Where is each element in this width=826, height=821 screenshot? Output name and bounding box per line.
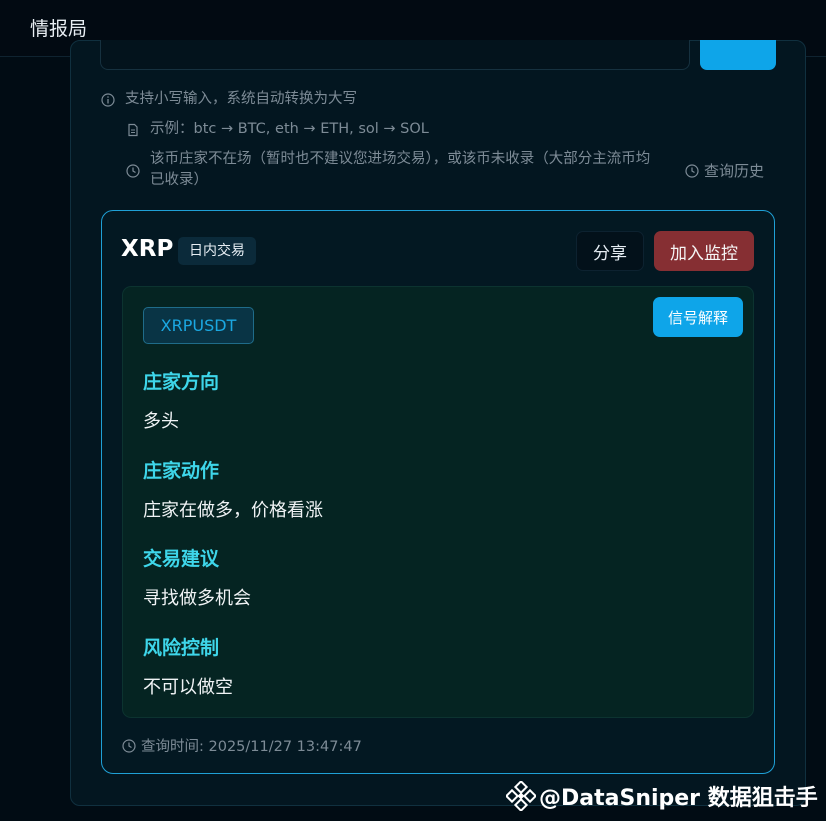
section-title-risk: 风险控制 [143, 637, 220, 659]
hint-absent-line1: 该币庄家不在场（暂时也不建议您进场交易），或该币未收录（大部分主流币均 [150, 151, 651, 167]
coin-symbol: XRP [121, 236, 174, 262]
info-icon [101, 92, 115, 107]
section-value-action: 庄家在做多，价格看涨 [143, 500, 323, 521]
hint-coin-absent: 该币庄家不在场（暂时也不建议您进场交易），或该币未收录（大部分主流币均 已收录） [126, 149, 650, 191]
binance-logo-icon [506, 781, 536, 811]
hint-lowercase-text: 支持小写输入，系统自动转换为大写 [125, 91, 357, 107]
section-value-advice: 寻找做多机会 [143, 588, 251, 609]
app-title: 情报局 [30, 18, 88, 40]
query-time: 查询时间: 2025/11/27 13:47:47 [122, 735, 362, 756]
section-title-action: 庄家动作 [143, 460, 220, 482]
query-history-label: 查询历史 [704, 162, 765, 180]
section-value-risk: 不可以做空 [143, 677, 233, 698]
section-title-direction: 庄家方向 [143, 371, 220, 393]
watermark-text: @DataSniper 数据狙击手 [539, 786, 818, 811]
symbol-search-input[interactable] [100, 40, 690, 70]
share-button[interactable]: 分享 [576, 231, 644, 271]
query-time-text: 查询时间: 2025/11/27 13:47:47 [141, 739, 362, 755]
hint-absent-line2: 已收录） [150, 172, 208, 188]
section-value-direction: 多头 [143, 411, 179, 432]
signal-explain-button[interactable]: 信号解释 [653, 297, 743, 337]
add-monitor-button[interactable]: 加入监控 [654, 231, 754, 271]
search-button[interactable] [700, 40, 776, 70]
clock-icon [122, 738, 136, 753]
watermark: @DataSniper 数据狙击手 [506, 780, 818, 812]
hint-example: 示例：btc → BTC, eth → ETH, sol → SOL [126, 119, 429, 140]
document-icon [128, 123, 138, 136]
query-history-link[interactable]: 查询历史 [685, 160, 764, 181]
hint-lowercase: 支持小写输入，系统自动转换为大写 [101, 89, 357, 110]
clock-icon [685, 163, 699, 178]
section-title-advice: 交易建议 [143, 548, 220, 570]
hint-example-text: 示例：btc → BTC, eth → ETH, sol → SOL [150, 121, 429, 137]
trading-pair-badge: XRPUSDT [143, 307, 254, 344]
trade-type-badge: 日内交易 [178, 237, 256, 265]
clock-icon [126, 164, 140, 178]
